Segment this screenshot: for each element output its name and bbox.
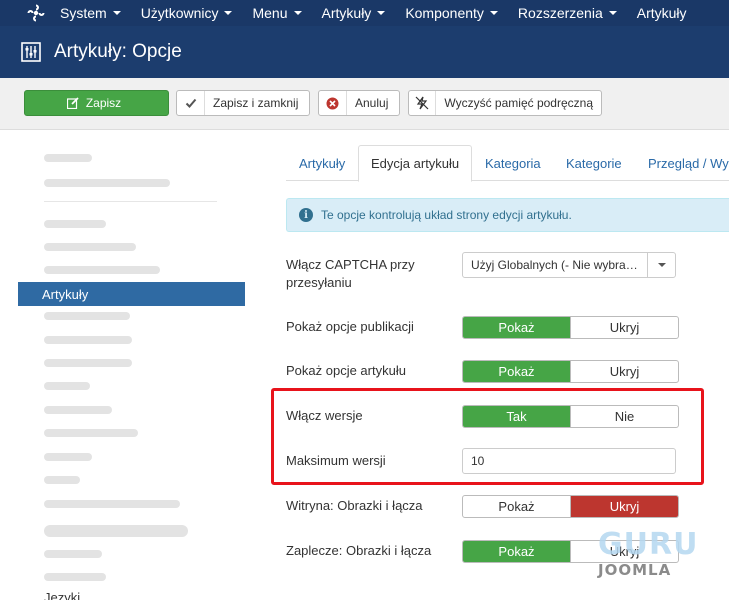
- frontend-images-label: Witryna: Obrazki i łącza: [286, 498, 423, 513]
- sliders-icon: [20, 41, 42, 63]
- backend-images-label: Zaplecze: Obrazki i łącza: [286, 543, 432, 558]
- sidebar-blurred-item: [44, 382, 90, 390]
- sidebar-item-languages[interactable]: Języki: [44, 590, 80, 600]
- publishing-options-toggle[interactable]: Pokaż Ukryj: [462, 316, 679, 339]
- article-options-toggle[interactable]: Pokaż Ukryj: [462, 360, 679, 383]
- sidebar: Artykuły Języki: [18, 140, 245, 600]
- menu-system[interactable]: System: [60, 5, 121, 21]
- info-icon: i: [299, 208, 313, 222]
- highlight-frame: [271, 388, 704, 485]
- backend-images-show-option[interactable]: Pokaż: [463, 541, 570, 562]
- cancel-circle-icon: [319, 91, 347, 115]
- sidebar-blurred-item: [44, 476, 80, 484]
- toolbar: Zapisz Zapisz i zamknij Anuluj Wyczyść p…: [0, 78, 729, 130]
- sidebar-blurred-item: [44, 266, 160, 274]
- checkmark-icon: [177, 91, 205, 115]
- menu-menus[interactable]: Menu: [252, 5, 302, 21]
- tab-blog-featured[interactable]: Przegląd / Wyr: [648, 145, 729, 181]
- tab-editing-layout[interactable]: Edycja artykułu: [358, 145, 473, 182]
- chevron-down-icon: [608, 11, 617, 15]
- article-options-label: Pokaż opcje artykułu: [286, 363, 406, 378]
- frontend-images-hide-option[interactable]: Ukryj: [570, 496, 678, 517]
- menu-components[interactable]: Komponenty: [405, 5, 498, 21]
- sidebar-blurred-item: [44, 220, 106, 228]
- article-options-hide-option[interactable]: Ukryj: [570, 361, 678, 382]
- frontend-images-show-option[interactable]: Pokaż: [463, 496, 570, 517]
- sidebar-blurred-item: [44, 525, 188, 537]
- sidebar-blurred-item: [44, 550, 102, 558]
- chevron-down-icon: [489, 11, 498, 15]
- lightning-icon: [409, 91, 437, 115]
- cancel-button[interactable]: Anuluj: [318, 90, 400, 116]
- sidebar-item-articles[interactable]: Artykuły: [18, 282, 245, 306]
- page-title: Artykuły: Opcje: [54, 41, 182, 62]
- sidebar-blurred-item: [44, 500, 180, 508]
- watermark-joomla-text: JOOMLA: [598, 561, 672, 579]
- captcha-label: Włącz CAPTCHA przy przesyłaniu: [286, 257, 415, 290]
- sidebar-blurred-item: [44, 336, 132, 344]
- save-close-button[interactable]: Zapisz i zamknij: [176, 90, 310, 116]
- sidebar-blurred-item: [44, 573, 106, 581]
- sidebar-blurred-item: [44, 406, 112, 414]
- sidebar-blurred-item: [44, 154, 92, 162]
- chevron-down-icon: [293, 11, 302, 15]
- sidebar-blurred-item: [44, 179, 170, 187]
- chevron-down-icon: [377, 11, 386, 15]
- sidebar-blurred-item: [44, 243, 136, 251]
- sidebar-divider: [44, 201, 217, 202]
- sidebar-blurred-item: [44, 429, 138, 437]
- watermark-guru-text: GURU: [598, 527, 699, 562]
- options-tabs: Artykuły Edycja artykułu Kategoria Kateg…: [286, 145, 729, 182]
- sidebar-blurred-item: [44, 453, 92, 461]
- edit-icon: [64, 91, 82, 115]
- publishing-options-label: Pokaż opcje publikacji: [286, 319, 414, 334]
- joomla-logo-icon[interactable]: [22, 0, 50, 26]
- save-button[interactable]: Zapisz: [24, 90, 169, 116]
- guru-joomla-watermark: GURU JOOMLA: [598, 530, 708, 580]
- page-header: Artykuły: Opcje: [0, 26, 729, 78]
- tab-category[interactable]: Kategoria: [485, 145, 541, 181]
- tab-articles[interactable]: Artykuły: [299, 145, 345, 181]
- chevron-down-icon: [224, 11, 233, 15]
- chevron-down-icon: [112, 11, 121, 15]
- sidebar-blurred-item: [44, 312, 130, 320]
- menu-users[interactable]: Użytkownicy: [141, 5, 233, 21]
- publishing-hide-option[interactable]: Ukryj: [570, 317, 678, 338]
- menu-extensions[interactable]: Rozszerzenia: [518, 5, 617, 21]
- menu-content[interactable]: Artykuły: [322, 5, 386, 21]
- chevron-down-icon: [647, 253, 675, 277]
- sidebar-blurred-item: [44, 359, 132, 367]
- article-options-show-option[interactable]: Pokaż: [463, 361, 570, 382]
- top-navbar: System Użytkownicy Menu Artykuły Kompone…: [0, 0, 729, 26]
- publishing-show-option[interactable]: Pokaż: [463, 317, 570, 338]
- frontend-images-toggle[interactable]: Pokaż Ukryj: [462, 495, 679, 518]
- site-link[interactable]: Artykuły: [637, 5, 687, 21]
- tab-categories[interactable]: Kategorie: [566, 145, 622, 181]
- captcha-select[interactable]: Użyj Globalnych (- Nie wybra…: [462, 252, 676, 278]
- clear-cache-button[interactable]: Wyczyść pamięć podręczną: [408, 90, 602, 116]
- info-alert: i Te opcje kontrolują układ strony edycj…: [286, 198, 729, 232]
